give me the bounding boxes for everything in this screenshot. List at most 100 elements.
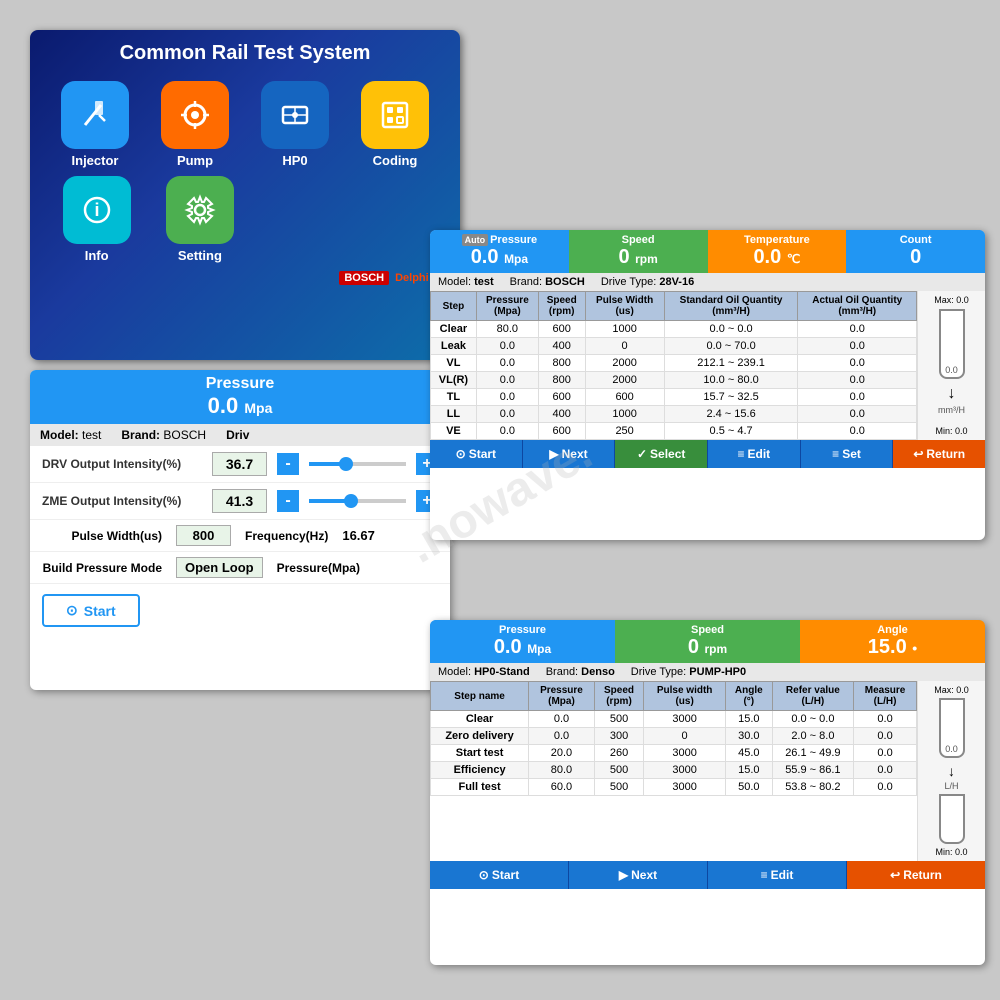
build-pressure-val[interactable]: Open Loop: [176, 557, 263, 578]
menu-grid-row1: Injector Pump HP0 Coding: [30, 73, 460, 176]
inj-brand: Brand: BOSCH: [121, 428, 206, 442]
pump-label: Pump: [177, 153, 213, 168]
table-row: Leak0.040000.0 ~ 70.00.0: [431, 338, 917, 355]
test-table-area: Step Pressure(Mpa) Speed(rpm) Pulse Widt…: [430, 291, 985, 440]
inj-start-btn[interactable]: ⊙ Start: [42, 594, 140, 627]
hp0-pressure-cell: Pressure 0.0 Mpa: [430, 620, 615, 663]
inj-footer: ⊙ Start: [30, 584, 450, 637]
test-set-label: Set: [842, 447, 861, 461]
menu-item-info[interactable]: i Info: [50, 176, 143, 263]
test-tube-val: 0.0: [945, 365, 958, 375]
test-next-btn[interactable]: ▶ Next: [523, 440, 616, 468]
start-circle-icon: ⊙: [66, 602, 78, 619]
hp0-return-icon: ↩: [890, 868, 900, 882]
menu-item-injector[interactable]: Injector: [50, 81, 140, 168]
menu-item-coding[interactable]: Coding: [350, 81, 440, 168]
test-header: AutoPressure 0.0 Mpa Speed 0 rpm Tempera…: [430, 230, 985, 273]
drv-slider[interactable]: [309, 462, 406, 466]
bosch-logo: BOSCH: [339, 271, 389, 285]
menu-item-setting[interactable]: Setting: [153, 176, 246, 263]
test-select-btn[interactable]: ✓ Select: [615, 440, 708, 468]
drv-value[interactable]: 36.7: [212, 452, 267, 476]
delphi-logo: Delphi: [395, 272, 429, 284]
setting-label: Setting: [178, 248, 222, 263]
hp0-edit-btn[interactable]: ≡ Edit: [708, 861, 847, 889]
hp0-th-angle: Angle(°): [726, 682, 773, 711]
zme-minus-btn[interactable]: -: [277, 490, 299, 512]
injector-icon: [61, 81, 129, 149]
table-row: LL0.040010002.4 ~ 15.60.0: [431, 406, 917, 423]
test-edit-btn[interactable]: ≡ Edit: [708, 440, 801, 468]
hp0-start-btn[interactable]: ⊙ Start: [430, 861, 569, 889]
test-gauge-col: Max: 0.0 0.0 ↓ mm³/H Min: 0.0: [917, 291, 985, 440]
hp0-drive: Drive Type: PUMP-HP0: [631, 666, 746, 678]
hp0-start-icon: ⊙: [479, 868, 489, 882]
main-menu-panel: Common Rail Test System Injector Pump HP…: [30, 30, 460, 360]
build-pressure-label: Build Pressure Mode: [42, 561, 162, 575]
set-icon: ≡: [832, 447, 839, 461]
test-select-label: Select: [650, 447, 685, 461]
start-icon: ⊙: [456, 447, 466, 461]
hp0-gauge-max: Max: 0.0: [934, 685, 969, 695]
test-return-btn[interactable]: ↩ Return: [893, 440, 985, 468]
test-btn-row: ⊙ Start ▶ Next ✓ Select ≡ Edit ≡ Set ↩ R…: [430, 440, 985, 468]
test-set-btn[interactable]: ≡ Set: [801, 440, 894, 468]
hp0-gauge-tube-bot: [939, 794, 965, 844]
hp0-angle-cell: Angle 15.0 •: [800, 620, 985, 663]
hp0-speed-cell: Speed 0 rpm: [615, 620, 800, 663]
hp0-label: HP0: [282, 153, 307, 168]
hp0-next-label: Next: [631, 868, 657, 882]
table-row: TL0.060060015.7 ~ 32.50.0: [431, 389, 917, 406]
pulse-val[interactable]: 800: [176, 525, 231, 546]
th-standard: Standard Oil Quantity(mm³/H): [664, 292, 798, 321]
table-row: Full test60.0500300050.053.8 ~ 80.20.0: [431, 779, 917, 796]
hp0-th-pressure: Pressure(Mpa): [529, 682, 595, 711]
pulse-row: Pulse Width(us) 800 Frequency(Hz) 16.67: [30, 520, 450, 552]
hp0-start-label: Start: [492, 868, 519, 882]
zme-slider[interactable]: [309, 499, 406, 503]
test-count-cell: Count 0: [846, 230, 985, 273]
test-start-btn[interactable]: ⊙ Start: [430, 440, 523, 468]
hp0-return-label: Return: [903, 868, 942, 882]
test-pressure-cell: AutoPressure 0.0 Mpa: [430, 230, 569, 273]
hp0-brand: Brand: Denso: [546, 666, 615, 678]
test-gauge-max: Max: 0.0: [934, 295, 969, 305]
injector-header: Pressure 0.0 Mpa: [30, 370, 450, 424]
build-pressure-row: Build Pressure Mode Open Loop Pressure(M…: [30, 552, 450, 584]
coding-icon: [361, 81, 429, 149]
hp0-next-btn[interactable]: ▶ Next: [569, 861, 708, 889]
hp0-table-area: Step name Pressure(Mpa) Speed(rpm) Pulse…: [430, 681, 985, 861]
hp0-edit-label: Edit: [771, 868, 794, 882]
hp0-return-btn[interactable]: ↩ Return: [847, 861, 985, 889]
test-speed-cell: Speed 0 rpm: [569, 230, 708, 273]
menu-item-hp0[interactable]: HP0: [250, 81, 340, 168]
zme-value[interactable]: 41.3: [212, 489, 267, 513]
test-start-label: Start: [469, 447, 496, 461]
hp0-arrow-down-icon: ↓: [948, 763, 955, 779]
test-return-label: Return: [926, 447, 965, 461]
menu-item-pump[interactable]: Pump: [150, 81, 240, 168]
injector-control-panel: Pressure 0.0 Mpa Model: test Brand: BOSC…: [30, 370, 450, 690]
hp0-icon: [261, 81, 329, 149]
th-speed: Speed(rpm): [538, 292, 585, 321]
test-table-wrap: Step Pressure(Mpa) Speed(rpm) Pulse Widt…: [430, 291, 917, 440]
table-row: VL(R)0.0800200010.0 ~ 80.00.0: [431, 372, 917, 389]
zme-row: ZME Output Intensity(%) 41.3 - +: [30, 483, 450, 520]
inj-model: Model: test: [40, 428, 101, 442]
coding-label: Coding: [373, 153, 418, 168]
info-icon: i: [63, 176, 131, 244]
drv-row: DRV Output Intensity(%) 36.7 - +: [30, 446, 450, 483]
test-drive: Drive Type: 28V-16: [601, 276, 694, 288]
svg-text:i: i: [94, 200, 99, 220]
drv-label: DRV Output Intensity(%): [42, 457, 202, 471]
pulse-label: Pulse Width(us): [42, 529, 162, 543]
return-icon: ↩: [913, 447, 923, 461]
hp0-gauge-tube-top: 0.0: [939, 698, 965, 758]
hp0-gauge-unit: L/H: [944, 781, 958, 791]
hp0-data-table: Step name Pressure(Mpa) Speed(rpm) Pulse…: [430, 681, 917, 796]
hp0-gauge-min: Min: 0.0: [935, 847, 967, 857]
table-row: Efficiency80.0500300015.055.9 ~ 86.10.0: [431, 762, 917, 779]
drv-minus-btn[interactable]: -: [277, 453, 299, 475]
test-arrow-down-icon: ↓: [948, 385, 956, 403]
test-brand: Brand: BOSCH: [510, 276, 585, 288]
